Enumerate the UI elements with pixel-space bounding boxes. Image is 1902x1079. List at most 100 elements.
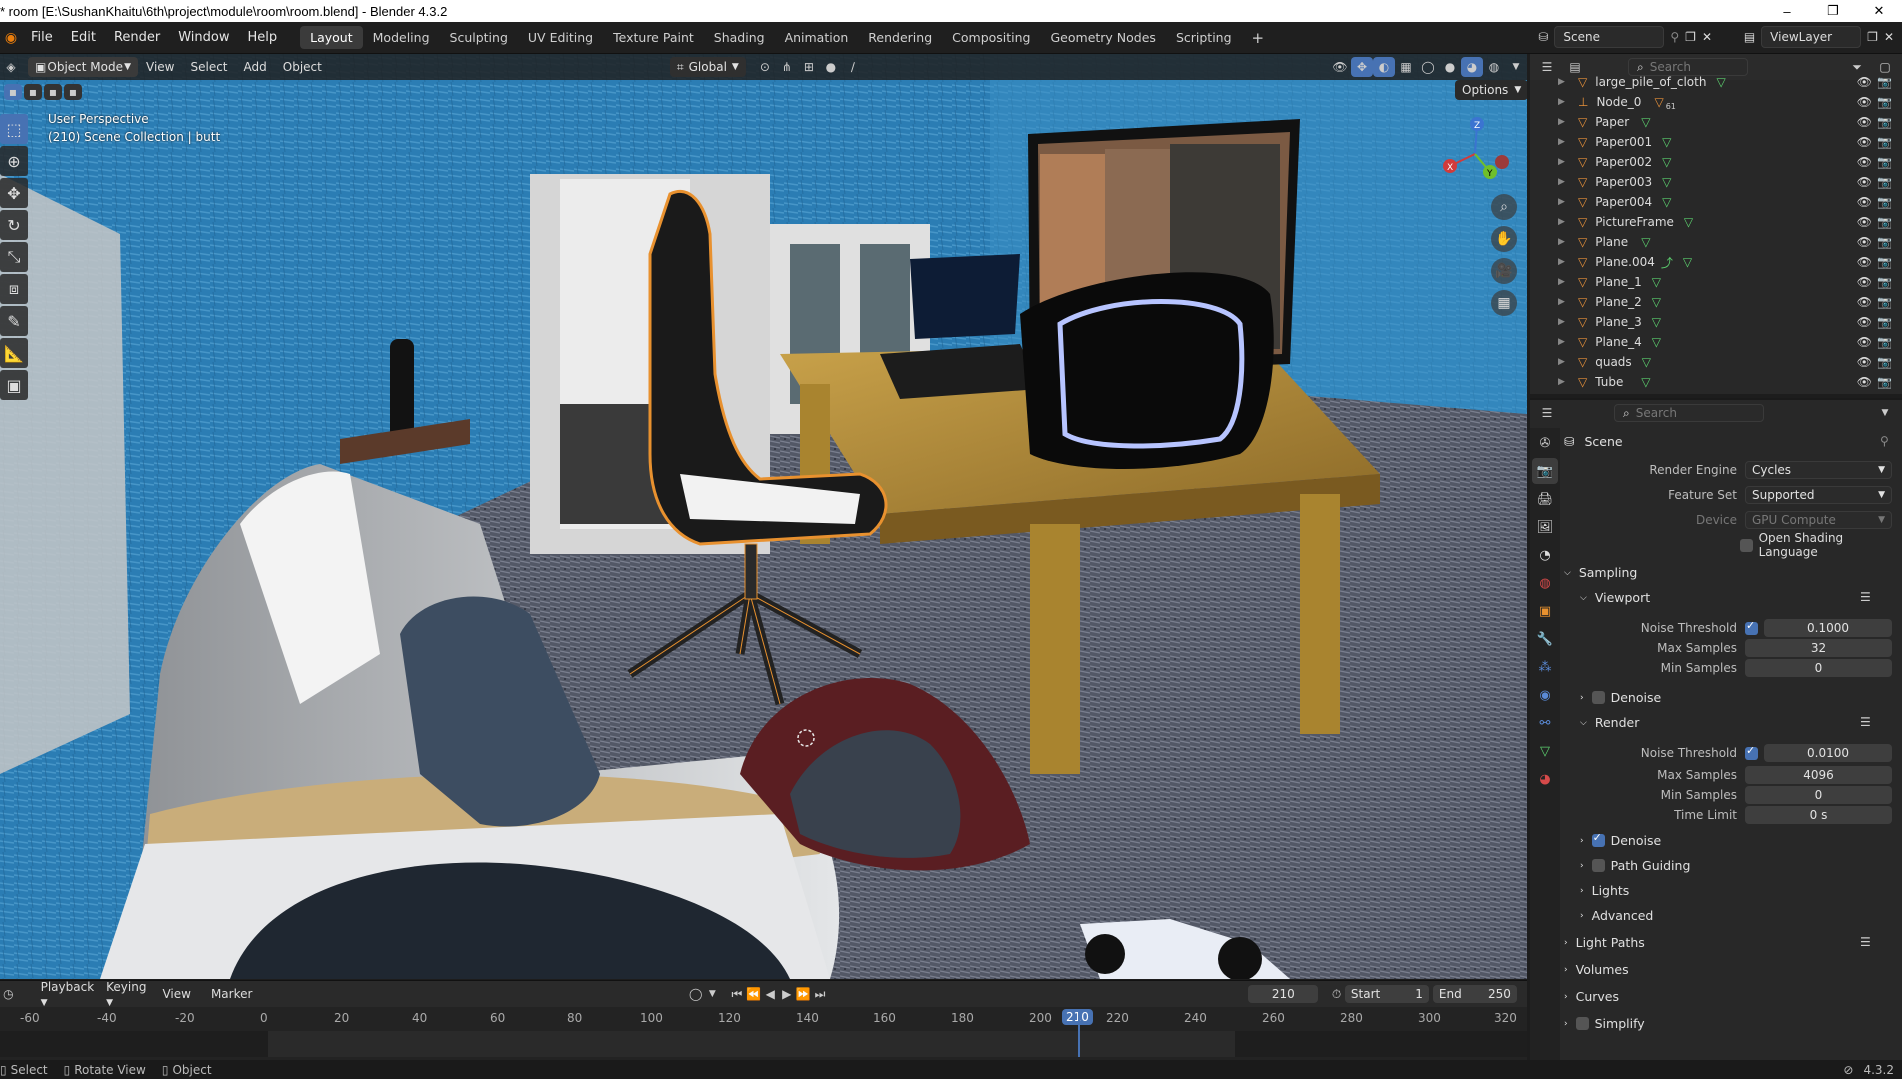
- eye-icon[interactable]: 👁: [1857, 335, 1872, 349]
- advanced-subpanel[interactable]: › Advanced: [1580, 908, 1653, 923]
- scale-tool-icon[interactable]: ⤡: [0, 242, 28, 272]
- new-scene-icon[interactable]: ❐: [1685, 30, 1696, 44]
- shading-wireframe-icon[interactable]: ◯: [1417, 57, 1439, 77]
- time-limit-field[interactable]: 0 s: [1745, 806, 1892, 824]
- eye-icon[interactable]: 👁: [1857, 355, 1872, 369]
- vp-noise-threshold-checkbox[interactable]: [1745, 619, 1758, 635]
- orthographic-toggle-icon[interactable]: ▦: [1491, 290, 1517, 316]
- tab-rendering[interactable]: Rendering: [858, 26, 942, 49]
- outliner-item[interactable]: ▶ ▽ Plane_2 ▽ 👁 📷: [1530, 292, 1902, 312]
- outliner-item[interactable]: ▶ ▽ Paper ▽ 👁 📷: [1530, 112, 1902, 132]
- view-layer-tab-icon[interactable]: 🖼: [1532, 514, 1558, 540]
- menu-render[interactable]: Render: [105, 30, 169, 45]
- expand-icon[interactable]: ▶: [1558, 337, 1570, 347]
- tab-sculpting[interactable]: Sculpting: [440, 26, 518, 49]
- outliner-item[interactable]: ▶ ⊥ Node_0 ▽ 61 👁 📷: [1530, 92, 1902, 112]
- render-camera-icon[interactable]: 📷: [1877, 195, 1892, 209]
- transform-tool-icon[interactable]: ⧈: [0, 274, 28, 304]
- remove-scene-icon[interactable]: ✕: [1702, 30, 1712, 44]
- presets-icon[interactable]: ☰: [1860, 590, 1871, 604]
- eye-icon[interactable]: 👁: [1857, 215, 1872, 229]
- simplify-panel[interactable]: › Simplify: [1564, 1016, 1645, 1031]
- expand-icon[interactable]: ▶: [1558, 177, 1570, 187]
- particles-tab-icon[interactable]: ⁂: [1532, 654, 1558, 680]
- eye-icon[interactable]: 👁: [1857, 315, 1872, 329]
- tab-modeling[interactable]: Modeling: [363, 26, 440, 49]
- feature-set-dropdown[interactable]: Supported ▼: [1745, 486, 1892, 504]
- tab-texture-paint[interactable]: Texture Paint: [603, 26, 704, 49]
- outliner-item[interactable]: ▶ ▽ Paper004 ▽ 👁 📷: [1530, 192, 1902, 212]
- vp-max-samples-field[interactable]: 32: [1745, 639, 1892, 657]
- snap-icon[interactable]: ⋔: [776, 57, 798, 77]
- osl-checkbox[interactable]: [1739, 538, 1753, 552]
- annotate-tool-icon[interactable]: ✎: [0, 306, 28, 336]
- menu-file[interactable]: File: [22, 30, 62, 45]
- chevron-down-icon[interactable]: ▼: [704, 984, 721, 1004]
- render-camera-icon[interactable]: 📷: [1877, 95, 1892, 109]
- viewport-menu-object[interactable]: Object: [275, 60, 330, 74]
- auto-keying-icon[interactable]: ◯: [687, 984, 704, 1004]
- scene-tab-icon[interactable]: ◔: [1532, 542, 1558, 568]
- render-tab-icon[interactable]: 📷: [1532, 458, 1558, 484]
- viewport-subpanel-header[interactable]: ⌵ Viewport: [1580, 590, 1650, 605]
- outliner-item[interactable]: ▶ ▽ Plane_1 ▽ 👁 📷: [1530, 272, 1902, 292]
- expand-icon[interactable]: ▶: [1558, 297, 1570, 307]
- pan-icon[interactable]: ✋: [1491, 226, 1517, 252]
- lights-subpanel[interactable]: › Lights: [1580, 883, 1629, 898]
- minimize-button[interactable]: –: [1764, 0, 1810, 22]
- cursor-tool-icon[interactable]: ⊕: [0, 146, 28, 176]
- play-icon[interactable]: ▶: [778, 984, 795, 1004]
- viewport-menu-select[interactable]: Select: [182, 60, 235, 74]
- r-denoise-checkbox[interactable]: [1591, 831, 1605, 847]
- editor-type-icon[interactable]: ◈: [0, 57, 22, 77]
- shading-rendered-icon[interactable]: ◍: [1483, 57, 1505, 77]
- playhead-line[interactable]: [1078, 1009, 1080, 1057]
- outliner-item[interactable]: ▶ ▽ Paper003 ▽ 👁 📷: [1530, 172, 1902, 192]
- output-tab-icon[interactable]: 🖨: [1532, 486, 1558, 512]
- eye-icon[interactable]: 👁: [1857, 175, 1872, 189]
- eye-icon[interactable]: 👁: [1857, 195, 1872, 209]
- render-camera-icon[interactable]: 📷: [1877, 155, 1892, 169]
- gizmo-toggle-icon[interactable]: ✥: [1351, 57, 1373, 77]
- select-subtract-icon[interactable]: ▪: [44, 84, 62, 100]
- blender-logo-icon[interactable]: ◉: [0, 30, 22, 46]
- render-camera-icon[interactable]: 📷: [1877, 355, 1892, 369]
- eye-icon[interactable]: 👁: [1857, 155, 1872, 169]
- expand-icon[interactable]: ▶: [1558, 217, 1570, 227]
- render-camera-icon[interactable]: 📷: [1877, 115, 1892, 129]
- outliner-item[interactable]: ▶ ▽ Paper002 ▽ 👁 📷: [1530, 152, 1902, 172]
- shading-solid-icon[interactable]: ●: [1439, 57, 1461, 77]
- options-dropdown[interactable]: Options ▼: [1455, 80, 1527, 100]
- simplify-checkbox[interactable]: [1575, 1017, 1589, 1030]
- path-guiding-subpanel[interactable]: › Path Guiding: [1580, 858, 1690, 873]
- render-engine-dropdown[interactable]: Cycles ▼: [1745, 461, 1892, 479]
- shading-material-icon[interactable]: ◕: [1461, 57, 1483, 77]
- eye-icon[interactable]: 👁: [1857, 75, 1872, 89]
- visibility-icon[interactable]: 👁: [1329, 57, 1351, 77]
- current-frame-field[interactable]: 210: [1248, 985, 1319, 1003]
- eye-icon[interactable]: 👁: [1857, 95, 1872, 109]
- expand-icon[interactable]: ▶: [1558, 197, 1570, 207]
- timeline-menu-marker[interactable]: Marker: [201, 987, 262, 1001]
- timeline-track[interactable]: [0, 1009, 1527, 1057]
- sampling-panel-header[interactable]: ⌵ Sampling: [1564, 565, 1637, 580]
- outliner-item[interactable]: ▶ ▽ Tube ▽ 👁 📷: [1530, 372, 1902, 392]
- object-tab-icon[interactable]: ▣: [1532, 598, 1558, 624]
- render-camera-icon[interactable]: 📷: [1877, 135, 1892, 149]
- timeline-editor-type-icon[interactable]: ◷: [0, 984, 17, 1004]
- path-guiding-checkbox[interactable]: [1591, 859, 1605, 872]
- eye-icon[interactable]: 👁: [1857, 135, 1872, 149]
- constraints-tab-icon[interactable]: ⚯: [1532, 710, 1558, 736]
- tab-uv-editing[interactable]: UV Editing: [518, 26, 603, 49]
- render-subpanel-header[interactable]: ⌵ Render: [1580, 715, 1639, 730]
- tool-tab-icon[interactable]: ✇: [1532, 430, 1558, 456]
- outliner-item[interactable]: ▶ ▽ Paper001 ▽ 👁 📷: [1530, 132, 1902, 152]
- tab-layout[interactable]: Layout: [300, 26, 363, 49]
- expand-icon[interactable]: ▶: [1558, 97, 1570, 107]
- tab-scripting[interactable]: Scripting: [1166, 26, 1242, 49]
- r-noise-threshold-checkbox[interactable]: [1745, 744, 1758, 760]
- select-box-icon[interactable]: ⬚: [0, 114, 28, 144]
- end-frame-field[interactable]: End 250: [1432, 985, 1517, 1003]
- tab-compositing[interactable]: Compositing: [942, 26, 1040, 49]
- outliner-item[interactable]: ▶ ▽ Plane_3 ▽ 👁 📷: [1530, 312, 1902, 332]
